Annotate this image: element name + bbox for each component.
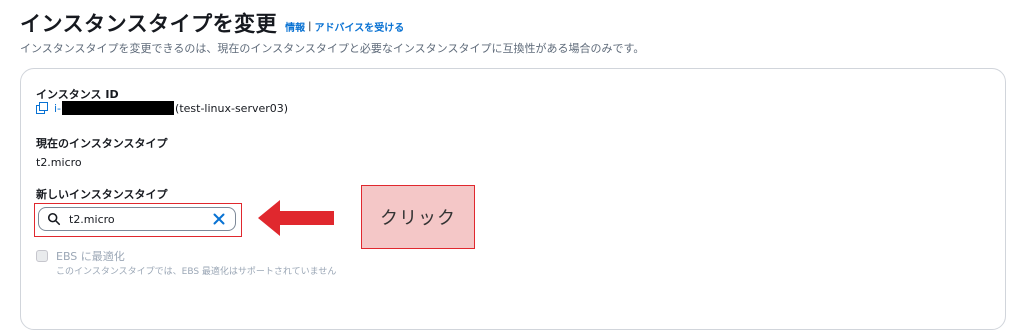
instance-type-select[interactable] — [38, 207, 236, 231]
page-description: インスタンスタイプを変更できるのは、現在のインスタンスタイプと必要なインスタンス… — [20, 42, 645, 55]
current-type-value: t2.micro — [36, 156, 82, 169]
redacted-instance-id — [62, 101, 175, 115]
instance-name: (test-linux-server03) — [175, 101, 289, 115]
advice-link[interactable]: アドバイスを受ける — [315, 19, 405, 34]
current-type-label: 現在のインスタンスタイプ — [36, 137, 168, 150]
copy-icon[interactable] — [36, 102, 48, 114]
title-links: 情報 | アドバイスを受ける — [285, 19, 404, 34]
ebs-checkbox[interactable] — [36, 250, 48, 262]
page-title: インスタンスタイプを変更 — [20, 12, 278, 36]
title-row: インスタンスタイプを変更 情報 | アドバイスを受ける — [20, 8, 404, 38]
search-icon — [47, 212, 61, 226]
new-type-label: 新しいインスタンスタイプ — [36, 188, 168, 201]
pointer-arrow — [258, 200, 334, 236]
instance-type-input[interactable] — [69, 212, 199, 226]
info-link[interactable]: 情報 — [285, 19, 305, 34]
close-icon[interactable] — [213, 213, 225, 225]
link-separator: | — [308, 21, 312, 32]
ebs-description: このインスタンスタイプでは、EBS 最適化はサポートされていません — [56, 267, 337, 277]
click-callout: クリック — [361, 185, 475, 249]
ebs-option: EBS に最適化 — [36, 248, 125, 264]
instance-id-row: i- (test-linux-server03) — [36, 101, 288, 115]
instance-id-link[interactable]: i- — [54, 102, 61, 115]
ebs-label: EBS に最適化 — [56, 250, 125, 263]
highlight-box — [34, 203, 242, 237]
instance-id-label: インスタンス ID — [36, 88, 119, 101]
